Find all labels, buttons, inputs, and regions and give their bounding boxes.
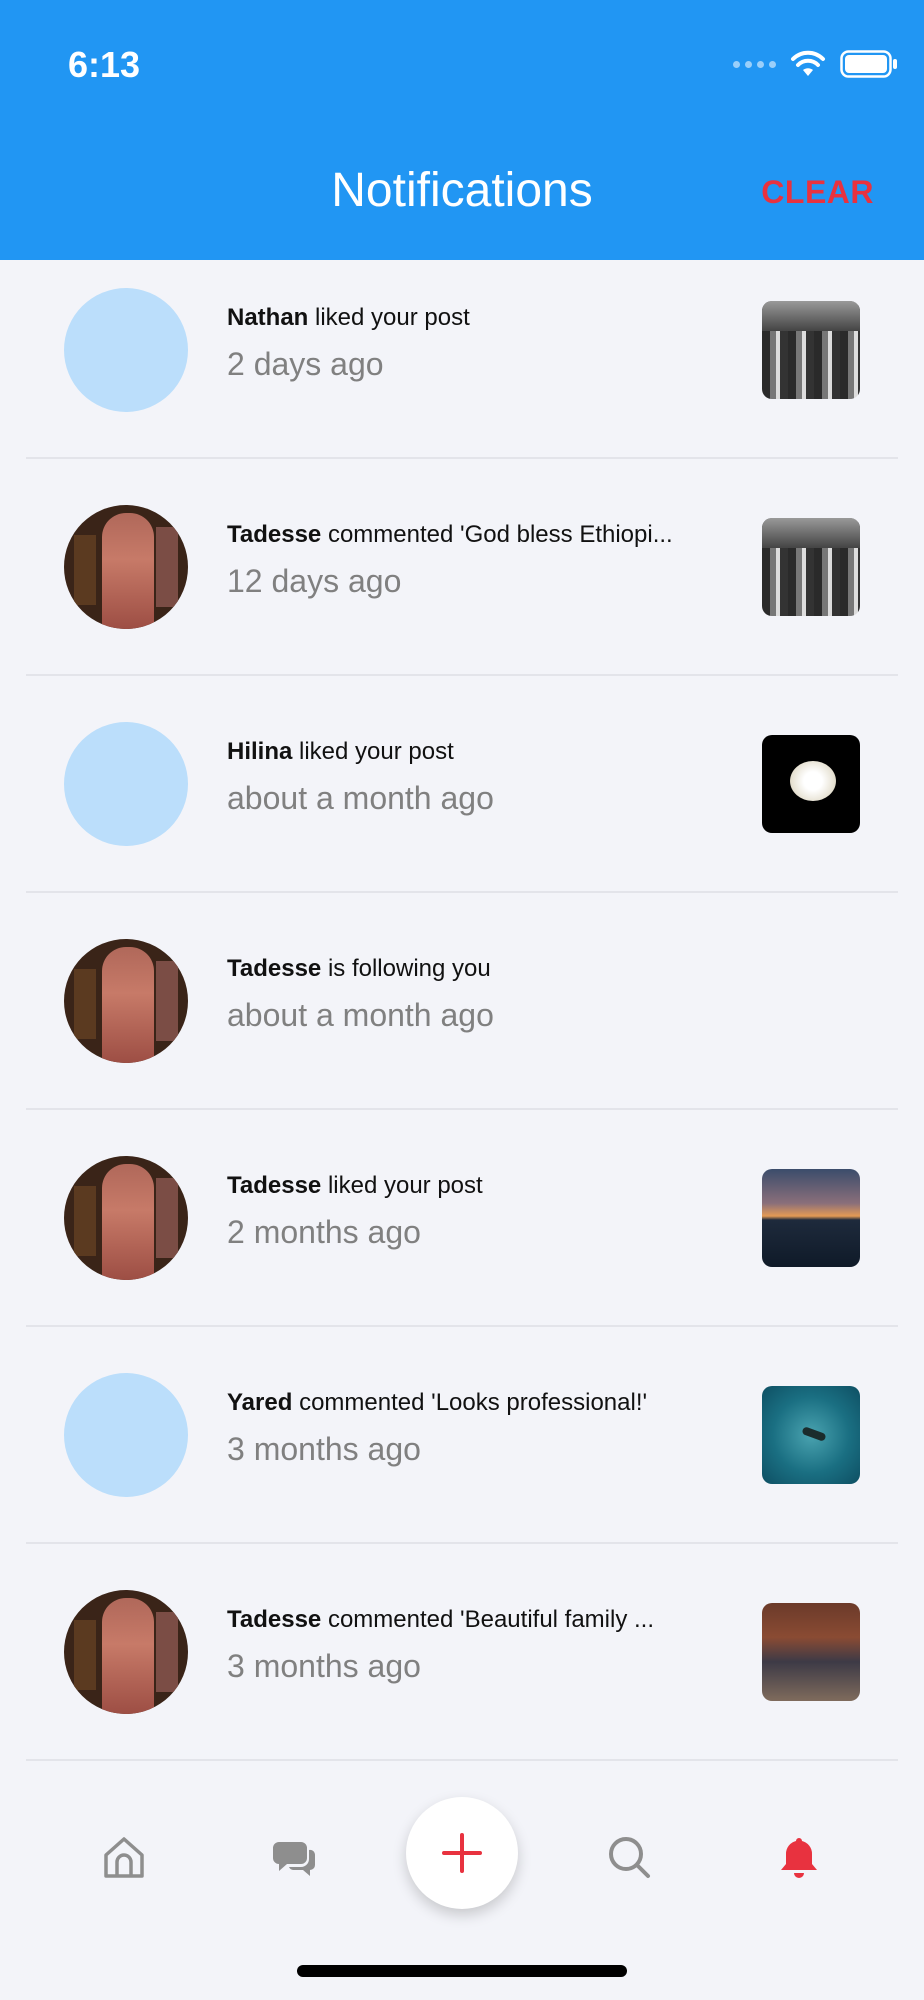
notification-user[interactable]: Tadesse — [227, 521, 321, 548]
avatar[interactable] — [64, 1590, 188, 1714]
notification-row[interactable]: Nathan liked your post 2 days ago — [26, 260, 898, 459]
status-icons — [733, 50, 898, 78]
avatar[interactable] — [64, 1156, 188, 1280]
clear-button[interactable]: CLEAR — [761, 174, 874, 211]
notification-text: Nathan liked your post 2 days ago — [227, 304, 718, 383]
tab-notifications[interactable] — [775, 1833, 823, 1881]
notification-action: liked your post — [299, 738, 454, 765]
notification-user[interactable]: Tadesse — [227, 1606, 321, 1633]
notification-action: liked your post — [327, 1172, 483, 1199]
cellular-signal-icon — [733, 60, 776, 68]
avatar[interactable] — [64, 939, 188, 1063]
notification-action: commented 'Beautiful family ... — [327, 1606, 655, 1633]
tab-home[interactable] — [100, 1833, 148, 1881]
notification-time: 3 months ago — [227, 1431, 421, 1467]
post-thumbnail[interactable] — [762, 518, 860, 616]
notification-row[interactable]: Tadesse commented 'Beautiful family ... … — [26, 1544, 898, 1761]
notification-time: 2 days ago — [227, 346, 384, 382]
app-header: 6:13 Notifications CLEAR — [0, 0, 924, 260]
wifi-icon — [791, 50, 825, 76]
post-thumbnail[interactable] — [762, 301, 860, 399]
post-thumbnail[interactable] — [762, 1386, 860, 1484]
tab-search[interactable] — [605, 1833, 653, 1881]
post-thumbnail[interactable] — [762, 1169, 860, 1267]
notification-row[interactable]: Tadesse is following you about a month a… — [26, 893, 898, 1110]
notification-text: Tadesse commented 'God bless Ethiopi... … — [227, 521, 718, 600]
post-thumbnail[interactable] — [762, 735, 860, 833]
notification-row[interactable]: Hilina liked your post about a month ago — [26, 676, 898, 893]
notification-text: Tadesse liked your post 2 months ago — [227, 1172, 718, 1251]
notification-user[interactable]: Nathan — [227, 304, 308, 331]
notification-action: commented 'Looks professional!' — [299, 1389, 648, 1416]
notification-action: commented 'God bless Ethiopi... — [327, 521, 673, 548]
search-icon — [609, 1837, 650, 1878]
avatar-placeholder[interactable] — [64, 288, 188, 412]
notification-time: about a month ago — [227, 780, 494, 816]
home-indicator — [297, 1965, 627, 1977]
post-thumbnail[interactable] — [762, 1603, 860, 1701]
notification-user[interactable]: Yared — [227, 1389, 292, 1416]
notification-time: 3 months ago — [227, 1648, 421, 1684]
notification-text: Tadesse commented 'Beautiful family ... … — [227, 1606, 718, 1685]
avatar-placeholder[interactable] — [64, 1373, 188, 1497]
add-post-button[interactable] — [406, 1797, 518, 1909]
notification-action: is following you — [327, 955, 491, 982]
notification-time: about a month ago — [227, 997, 494, 1033]
notification-user[interactable]: Hilina — [227, 738, 292, 765]
bell-icon — [781, 1838, 817, 1878]
notification-row[interactable]: Tadesse liked your post 2 months ago — [26, 1110, 898, 1327]
notification-row[interactable]: Yared commented 'Looks professional!' 3 … — [26, 1327, 898, 1544]
chat-bubbles-icon — [273, 1842, 316, 1876]
notification-user[interactable]: Tadesse — [227, 1172, 321, 1199]
battery-icon — [840, 50, 897, 78]
notification-list: Nathan liked your post 2 days ago Tadess… — [0, 260, 924, 1761]
avatar[interactable] — [64, 505, 188, 629]
avatar-placeholder[interactable] — [64, 722, 188, 846]
notification-time: 2 months ago — [227, 1214, 421, 1250]
notification-text: Tadesse is following you about a month a… — [227, 955, 718, 1034]
home-icon — [104, 1837, 144, 1878]
notification-time: 12 days ago — [227, 563, 402, 599]
notification-row[interactable]: Tadesse commented 'God bless Ethiopi... … — [26, 459, 898, 676]
notification-text: Yared commented 'Looks professional!' 3 … — [227, 1389, 718, 1468]
notification-action: liked your post — [315, 304, 470, 331]
status-time: 6:13 — [68, 44, 141, 85]
plus-icon — [442, 1833, 482, 1873]
notification-text: Hilina liked your post about a month ago — [227, 738, 718, 817]
notification-user[interactable]: Tadesse — [227, 955, 321, 982]
tab-messages[interactable] — [270, 1833, 318, 1881]
